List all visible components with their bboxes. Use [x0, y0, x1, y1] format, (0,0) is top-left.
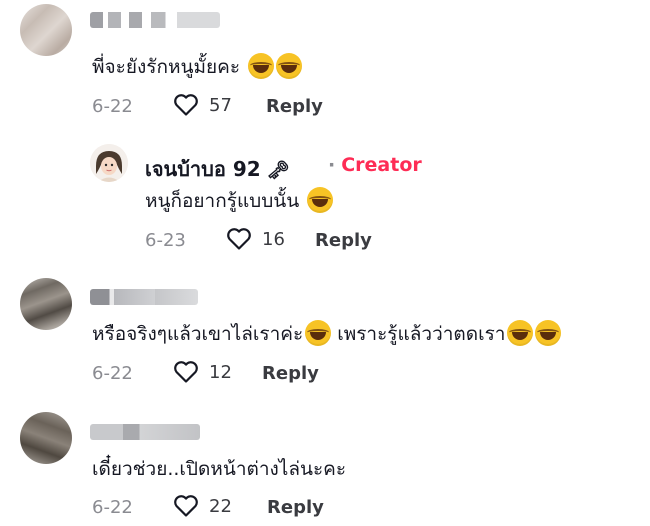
comment-text: หรือจริงๆแล้วเขาไล่เราค่ะ เพราะรู้แล้วว่…: [92, 319, 562, 349]
like-count: 57: [209, 94, 232, 116]
creator-username[interactable]: เจนบ้าบอ 92 🗝: [145, 153, 290, 185]
like-count: 22: [209, 495, 232, 517]
avatar[interactable]: [20, 412, 72, 464]
like-button[interactable]: 57: [173, 93, 232, 117]
comment-text: เดี๋ยวช่วย..เปิดหน้าต่างไล่นะคะ: [92, 454, 346, 484]
creator-avatar-image: [90, 144, 128, 182]
creator-badge-label: Creator: [341, 154, 422, 176]
like-button[interactable]: 22: [173, 494, 232, 518]
comment-date: 6-22: [92, 96, 133, 117]
key-icon: 🗝: [260, 160, 290, 181]
heart-icon: [174, 495, 198, 517]
tears-of-joy-emoji-icon: [305, 320, 332, 346]
username-blurred[interactable]: [90, 12, 220, 28]
avatar[interactable]: [20, 4, 72, 56]
comment-text-content: เดี๋ยวช่วย..เปิดหน้าต่างไล่นะคะ: [92, 458, 347, 480]
reply-text-content: หนูก็อยากรู้แบบนั้น: [145, 190, 300, 212]
tears-of-joy-emoji-icon: [507, 320, 534, 346]
tears-of-joy-emoji-icon: [248, 53, 275, 79]
comment-text: พี่จะยังรักหนูมั้ยคะ: [92, 52, 303, 82]
creator-username-text: เจนบ้าบอ 92: [145, 157, 261, 181]
separator-dot: ·: [328, 154, 336, 176]
comment-date: 6-22: [92, 497, 133, 518]
like-count: 16: [262, 228, 285, 250]
reply-text: หนูก็อยากรู้แบบนั้น: [145, 186, 334, 216]
avatar[interactable]: [20, 278, 72, 330]
reply-button[interactable]: Reply: [267, 497, 324, 518]
heart-icon: [174, 94, 198, 116]
tears-of-joy-emoji-icon: [307, 187, 334, 213]
tears-of-joy-emoji-icon: [535, 320, 562, 346]
reply-button[interactable]: Reply: [315, 230, 372, 251]
heart-icon: [174, 361, 198, 383]
reply-button[interactable]: Reply: [262, 363, 319, 384]
like-button[interactable]: 12: [173, 360, 232, 384]
comment-text-content: พี่จะยังรักหนูมั้ยคะ: [92, 56, 241, 78]
like-count: 12: [209, 361, 232, 383]
comment-date: 6-23: [145, 230, 186, 251]
heart-icon: [227, 228, 251, 250]
reply-button[interactable]: Reply: [266, 96, 323, 117]
username-blurred[interactable]: [90, 424, 200, 440]
tears-of-joy-emoji-icon: [276, 53, 303, 79]
comment-date: 6-22: [92, 363, 133, 384]
like-button[interactable]: 16: [226, 227, 285, 251]
username-blurred[interactable]: [90, 289, 198, 305]
comment-text-content: หรือจริงๆแล้วเขาไล่เราค่ะ: [92, 323, 304, 345]
creator-badge: · Creator: [328, 154, 422, 176]
comment-text-content: เพราะรู้แล้วว่าตดเรา: [337, 323, 506, 345]
creator-avatar[interactable]: [90, 144, 128, 182]
